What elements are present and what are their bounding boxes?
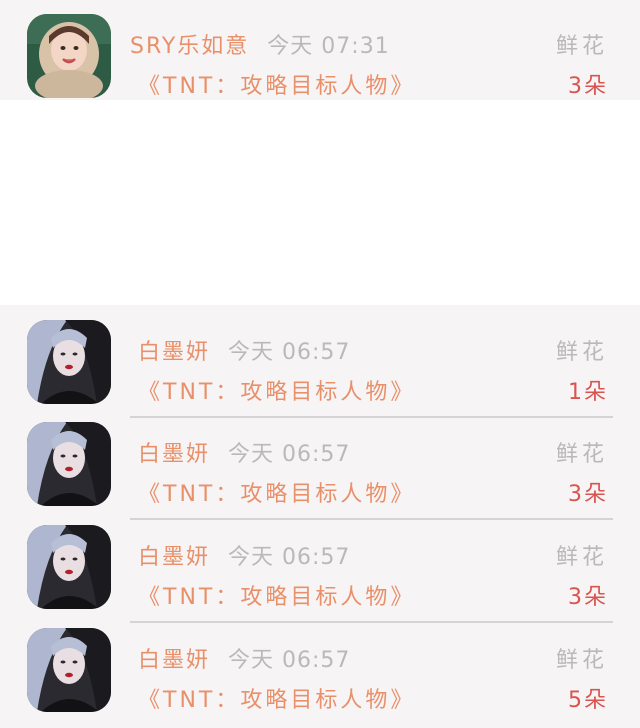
timestamp: 今天 06:57 bbox=[228, 340, 351, 365]
user-info-line: 白墨妍 今天 06:57 bbox=[138, 334, 350, 366]
gift-count: 5朵 bbox=[568, 688, 608, 713]
silver-hair-girl-avatar bbox=[27, 422, 111, 506]
gift-type-label: 鲜花 bbox=[555, 648, 608, 673]
silver-hair-girl-avatar bbox=[27, 320, 111, 404]
username[interactable]: 白墨妍 bbox=[138, 442, 210, 467]
silver-hair-girl-avatar bbox=[27, 628, 111, 712]
gift-count: 3朵 bbox=[568, 482, 608, 507]
silver-hair-girl-avatar bbox=[27, 525, 111, 609]
gift-record-row[interactable]: 白墨妍 今天 06:57 《TNT：攻略目标人物》 鲜花 1朵 bbox=[0, 320, 640, 420]
row-divider bbox=[130, 621, 613, 623]
user-avatar[interactable] bbox=[27, 320, 111, 404]
gift-count: 3朵 bbox=[568, 585, 608, 610]
username[interactable]: 白墨妍 bbox=[138, 648, 210, 673]
timestamp: 今天 06:57 bbox=[228, 648, 351, 673]
gift-type-label: 鲜花 bbox=[555, 442, 608, 467]
username[interactable]: 白墨妍 bbox=[138, 545, 210, 570]
user-info-line: 白墨妍 今天 06:57 bbox=[138, 642, 350, 674]
timestamp: 今天 06:57 bbox=[228, 545, 351, 570]
gift-type-label: 鲜花 bbox=[555, 545, 608, 570]
book-title[interactable]: 《TNT：攻略目标人物》 bbox=[138, 682, 415, 714]
book-title[interactable]: 《TNT：攻略目标人物》 bbox=[138, 68, 415, 100]
gift-record-row[interactable]: 白墨妍 今天 06:57 《TNT：攻略目标人物》 鲜花 5朵 bbox=[0, 628, 640, 728]
timestamp: 今天 06:57 bbox=[228, 442, 351, 467]
row-divider bbox=[130, 518, 613, 520]
gift-record-row[interactable]: 白墨妍 今天 06:57 《TNT：攻略目标人物》 鲜花 3朵 bbox=[0, 422, 640, 522]
timestamp: 今天 07:31 bbox=[267, 34, 390, 59]
user-info-line: SRY乐如意 今天 07:31 bbox=[130, 28, 390, 60]
user-avatar[interactable] bbox=[27, 422, 111, 506]
book-title[interactable]: 《TNT：攻略目标人物》 bbox=[138, 579, 415, 611]
book-title[interactable]: 《TNT：攻略目标人物》 bbox=[138, 374, 415, 406]
gift-type-label: 鲜花 bbox=[555, 34, 608, 59]
girl-with-furry-hood-avatar bbox=[27, 14, 111, 98]
gift-record-row[interactable]: 白墨妍 今天 06:57 《TNT：攻略目标人物》 鲜花 3朵 bbox=[0, 525, 640, 625]
redacted-area bbox=[0, 100, 640, 305]
username[interactable]: SRY乐如意 bbox=[130, 34, 249, 59]
gift-count: 3朵 bbox=[568, 74, 608, 99]
username[interactable]: 白墨妍 bbox=[138, 340, 210, 365]
user-info-line: 白墨妍 今天 06:57 bbox=[138, 539, 350, 571]
user-avatar[interactable] bbox=[27, 14, 111, 98]
gift-count: 1朵 bbox=[568, 380, 608, 405]
book-title[interactable]: 《TNT：攻略目标人物》 bbox=[138, 476, 415, 508]
user-avatar[interactable] bbox=[27, 628, 111, 712]
row-divider bbox=[130, 416, 613, 418]
user-info-line: 白墨妍 今天 06:57 bbox=[138, 436, 350, 468]
gift-type-label: 鲜花 bbox=[555, 340, 608, 365]
gift-record-row[interactable]: SRY乐如意 今天 07:31 《TNT：攻略目标人物》 鲜花 3朵 bbox=[0, 14, 640, 114]
user-avatar[interactable] bbox=[27, 525, 111, 609]
